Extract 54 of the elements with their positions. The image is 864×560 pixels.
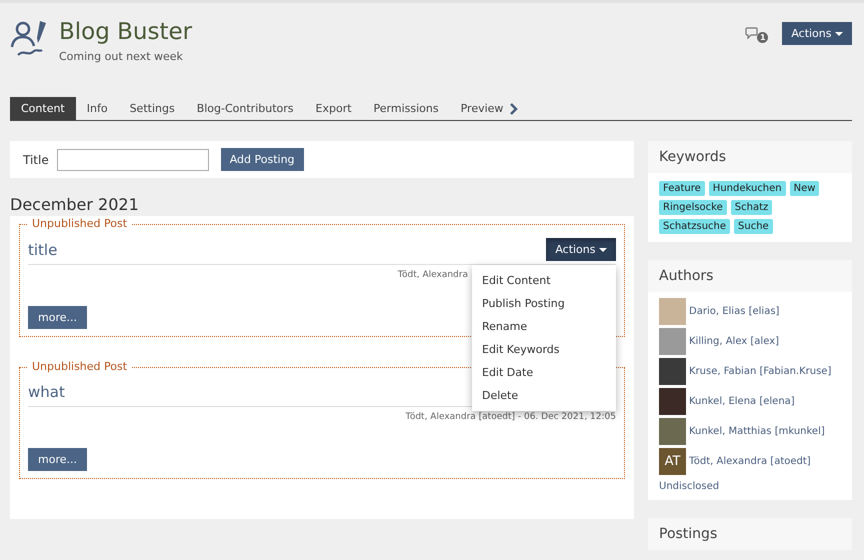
title-input[interactable]	[56, 148, 209, 170]
avatar-photo-placeholder	[659, 358, 686, 385]
menu-item[interactable]: Edit Date	[472, 361, 616, 384]
posting-status: Unpublished Post	[28, 360, 132, 373]
panel-heading: Keywords	[648, 141, 852, 173]
avatar-photo-placeholder	[659, 418, 686, 445]
posting-meta: Tödt, Alexandra	[398, 270, 468, 280]
month-heading: December 2021	[10, 194, 140, 216]
tab[interactable]: Permissions	[362, 97, 450, 120]
posting-title[interactable]: title	[28, 240, 58, 258]
notification-count: 1	[757, 32, 768, 43]
title-label: Title	[23, 152, 49, 166]
posting-title[interactable]: what	[28, 383, 65, 401]
add-posting-button[interactable]: Add Posting	[220, 148, 304, 171]
menu-item[interactable]: Publish Posting	[472, 292, 616, 315]
author-link[interactable]: Killing, Alex [alex]	[689, 336, 780, 347]
more-button[interactable]: more...	[28, 306, 87, 329]
avatar-photo-placeholder	[659, 328, 686, 355]
avatar-photo-placeholder	[659, 298, 686, 325]
panel-heading: Postings	[648, 518, 852, 550]
blog-subtitle: Coming out next week	[59, 50, 184, 63]
menu-item[interactable]: Delete	[472, 384, 616, 407]
panel-heading: Authors	[648, 260, 852, 292]
menu-item[interactable]: Edit Keywords	[472, 338, 616, 361]
avatar-photo-placeholder	[659, 388, 686, 415]
tab[interactable]: Preview	[450, 97, 530, 120]
author-link[interactable]: Dario, Elias [elias]	[689, 306, 780, 317]
menu-item[interactable]: Rename	[472, 315, 616, 338]
keyword-tag[interactable]: Ringelsocke	[659, 200, 727, 215]
posting-status: Unpublished Post	[28, 217, 132, 230]
keyword-tag[interactable]: Schatz	[730, 200, 772, 215]
tab[interactable]: Export	[304, 97, 363, 120]
keyword-tag[interactable]: Hundekuchen	[708, 181, 786, 196]
more-button[interactable]: more...	[28, 448, 87, 471]
author-link[interactable]: Tödt, Alexandra [atoedt]	[689, 456, 811, 467]
actions-button[interactable]: Actions	[546, 238, 616, 261]
actions-button[interactable]: Actions	[782, 22, 852, 45]
blog-title: Blog Buster	[59, 18, 192, 47]
keyword-tag[interactable]: Feature	[659, 181, 705, 196]
tab[interactable]: Content	[10, 97, 76, 120]
undisclosed-link[interactable]: Undisclosed	[659, 481, 841, 492]
author-link[interactable]: Kunkel, Matthias [mkunkel]	[689, 426, 825, 437]
tab[interactable]: Settings	[118, 97, 186, 120]
keyword-tag[interactable]: Schatzsuche	[659, 219, 730, 234]
keyword-tag[interactable]: New	[790, 181, 820, 196]
posting-meta: Tödt, Alexandra [atoedt] - 06. Dec 2021, 12:05	[406, 412, 616, 422]
chevron-right-icon	[510, 102, 518, 114]
keyword-tag[interactable]: Suche	[734, 219, 773, 234]
initials-avatar: AT	[659, 448, 686, 475]
author-link[interactable]: Kunkel, Elena [elena]	[689, 396, 795, 407]
tab[interactable]: Blog-Contributors	[186, 97, 305, 120]
menu-item[interactable]: Edit Content	[472, 269, 616, 292]
tab[interactable]: Info	[76, 97, 119, 120]
author-link[interactable]: Kruse, Fabian [Fabian.Kruse]	[689, 366, 832, 377]
